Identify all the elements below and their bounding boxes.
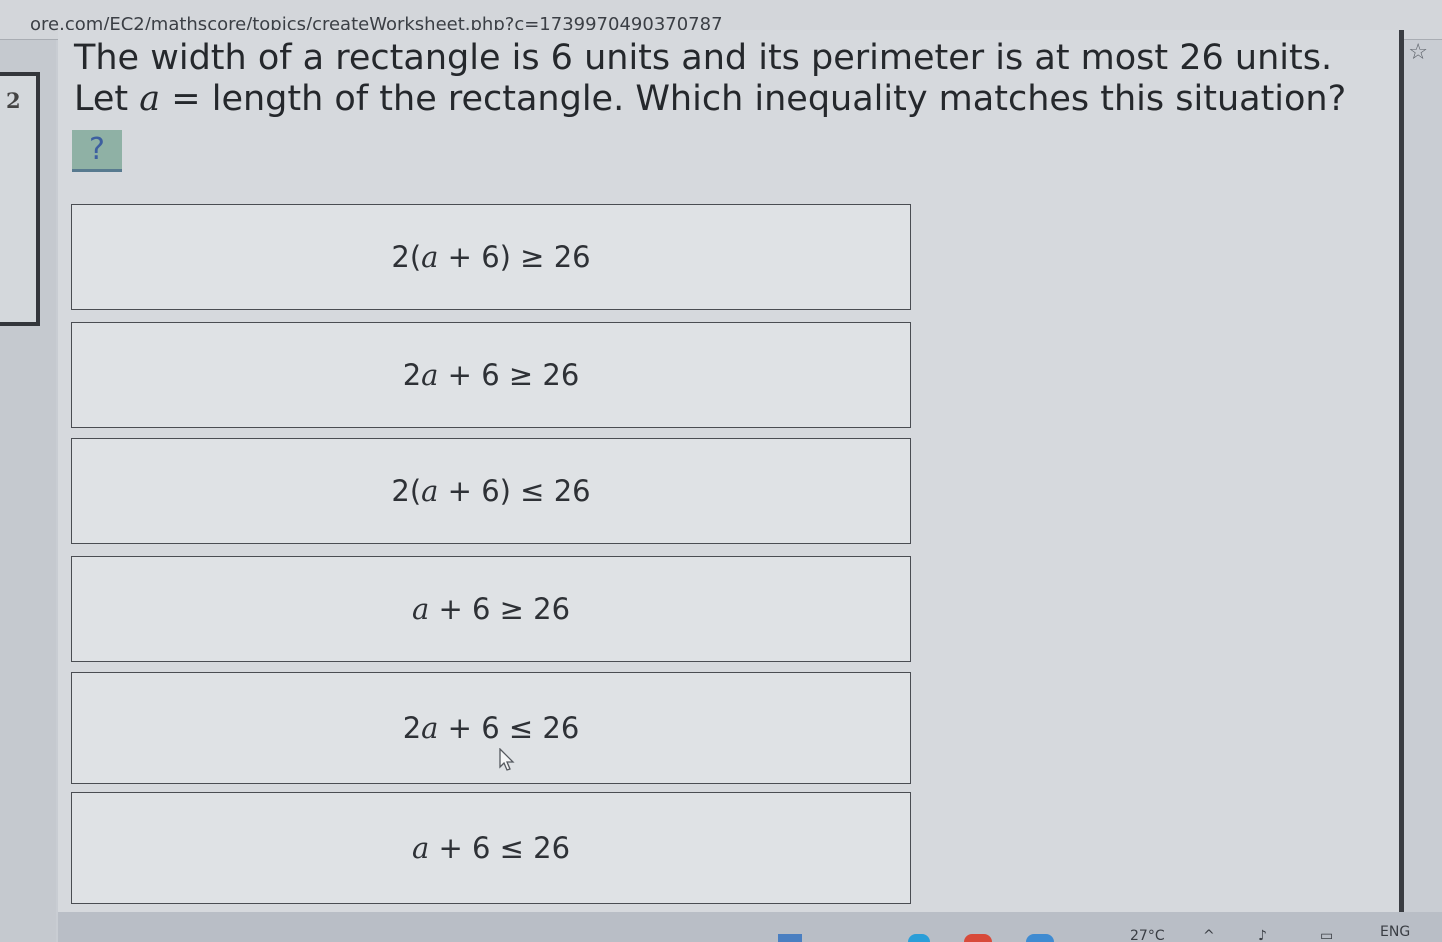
option-2-pre: 2 — [402, 358, 422, 392]
option-5-var: a — [421, 711, 439, 745]
taskbar: 27°C ^ ♪ ▭ ENG — [58, 912, 1442, 942]
option-4-var: a — [411, 592, 430, 626]
temperature[interactable]: 27°C — [1130, 928, 1165, 942]
answer-option-4[interactable]: a + 6 ≥ 26 — [71, 556, 911, 662]
option-2-post: + 6 ≥ 26 — [438, 358, 580, 392]
option-5-pre: 2 — [402, 711, 422, 745]
option-2-math: 2a + 6 ≥ 26 — [403, 358, 580, 392]
question-line-1: The width of a rectangle is 6 units and … — [74, 38, 1333, 78]
star-icon[interactable]: ☆ — [1408, 40, 1428, 65]
option-4-post: + 6 ≥ 26 — [429, 592, 571, 626]
question-line-2-prefix: Let — [74, 79, 140, 119]
option-1-var: a — [421, 240, 439, 274]
option-3-post: + 6) ≤ 26 — [438, 474, 591, 508]
option-3-math: 2(a + 6) ≤ 26 — [391, 474, 590, 508]
option-1-post: + 6) ≥ 26 — [438, 240, 591, 274]
option-3-var: a — [421, 474, 439, 508]
answer-option-5[interactable]: 2a + 6 ≤ 26 — [71, 672, 911, 784]
option-5-post: + 6 ≤ 26 — [438, 711, 580, 745]
mouse-cursor-icon — [499, 748, 515, 771]
answer-option-3[interactable]: 2(a + 6) ≤ 26 — [71, 438, 911, 544]
taskbar-app-icon[interactable] — [778, 934, 802, 942]
chrome-icon[interactable] — [964, 934, 992, 942]
option-6-post: + 6 ≤ 26 — [429, 831, 571, 865]
option-1-pre: 2( — [391, 240, 422, 274]
option-6-math: a + 6 ≤ 26 — [412, 831, 570, 865]
question-text: The width of a rectangle is 6 units and … — [74, 38, 1394, 120]
language-indicator[interactable]: ENG — [1380, 924, 1410, 940]
option-6-var: a — [411, 831, 430, 865]
option-4-math: a + 6 ≥ 26 — [412, 592, 570, 626]
edge-icon[interactable] — [908, 934, 930, 942]
question-line-2: Let a = length of the rectangle. Which i… — [74, 79, 1394, 120]
screen: ore.com/EC2/mathscore/topics/createWorks… — [0, 0, 1442, 942]
option-3-pre: 2( — [391, 474, 422, 508]
battery-icon[interactable]: ▭ — [1320, 928, 1333, 942]
chevron-up-icon[interactable]: ^ — [1203, 928, 1215, 942]
option-2-var: a — [421, 358, 439, 392]
app-icon[interactable] — [1026, 934, 1054, 942]
question-line-2-rest: = length of the rectangle. Which inequal… — [160, 79, 1347, 119]
answer-option-2[interactable]: 2a + 6 ≥ 26 — [71, 322, 911, 428]
answer-option-6[interactable]: a + 6 ≤ 26 — [71, 792, 911, 904]
question-number: 2 — [6, 88, 21, 113]
volume-icon[interactable]: ♪ — [1258, 928, 1267, 942]
answer-option-1[interactable]: 2(a + 6) ≥ 26 — [71, 204, 911, 310]
help-button[interactable]: ? — [72, 130, 122, 172]
variable-a: a — [139, 79, 161, 119]
option-5-math: 2a + 6 ≤ 26 — [403, 711, 580, 745]
option-1-math: 2(a + 6) ≥ 26 — [391, 240, 590, 274]
